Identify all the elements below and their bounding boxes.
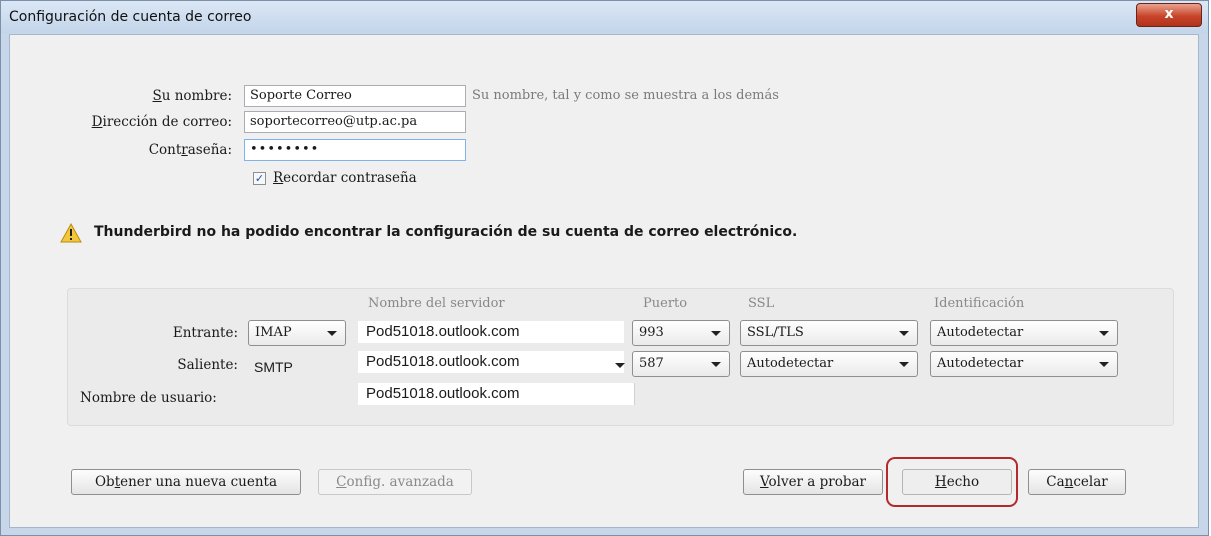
email-input[interactable]: soportecorreo@utp.ac.pa (244, 111, 466, 133)
name-input[interactable]: Soporte Correo (244, 85, 466, 107)
chevron-down-icon (327, 331, 337, 336)
chevron-down-icon (899, 362, 909, 367)
chevron-down-icon (711, 362, 721, 367)
cancel-button[interactable]: Cancelar (1028, 469, 1126, 495)
warning-triangle-icon (60, 223, 82, 243)
new-account-button[interactable]: Obtener una nueva cuenta (71, 469, 301, 495)
outgoing-auth-select[interactable]: Autodetectar (930, 351, 1118, 377)
warning-text: Thunderbird no ha podido encontrar la co… (94, 224, 798, 240)
retest-button[interactable]: Volver a probar (743, 469, 883, 495)
remember-checkbox[interactable]: ✓ (253, 172, 266, 185)
incoming-label: Entrante: (172, 325, 238, 341)
chevron-down-icon (899, 331, 909, 336)
server-settings-panel: Nombre del servidor Puerto SSL Identific… (67, 288, 1174, 426)
username-label: Nombre de usuario: (80, 390, 217, 406)
password-label: Contraseña: (148, 142, 232, 158)
title-bar[interactable]: Configuración de cuenta de correo x (1, 1, 1208, 33)
incoming-port-select[interactable]: 993 (632, 320, 730, 346)
incoming-ssl-select[interactable]: SSL/TLS (740, 320, 918, 346)
header-port: Puerto (643, 296, 688, 311)
outgoing-label: Saliente: (177, 357, 238, 373)
close-button[interactable]: x (1136, 3, 1202, 27)
outgoing-port-select[interactable]: 587 (632, 351, 730, 377)
email-label: Dirección de correo: (91, 114, 232, 130)
header-ssl: SSL (748, 296, 775, 311)
chevron-down-icon[interactable] (615, 363, 625, 368)
password-input[interactable]: •••••••• (244, 139, 466, 161)
incoming-auth-select[interactable]: Autodetectar (930, 320, 1118, 346)
chevron-down-icon (1099, 331, 1109, 336)
header-auth: Identificación (934, 296, 1025, 311)
incoming-server-input[interactable]: Pod51018.outlook.com (358, 321, 624, 343)
dialog-body: Su nombre: Soporte Correo Su nombre, tal… (9, 34, 1199, 528)
chevron-down-icon (711, 331, 721, 336)
window-title: Configuración de cuenta de correo (9, 9, 252, 25)
outgoing-server-input[interactable]: Pod51018.outlook.com (358, 351, 624, 373)
name-hint: Su nombre, tal y como se muestra a los d… (472, 88, 779, 103)
header-server: Nombre del servidor (368, 296, 505, 311)
username-input[interactable]: Pod51018.outlook.com (358, 383, 635, 405)
incoming-protocol-select[interactable]: IMAP (248, 320, 346, 346)
advanced-config-button[interactable]: Config. avanzada (318, 469, 472, 495)
outgoing-protocol: SMTP (254, 359, 293, 375)
dialog-window: Configuración de cuenta de correo x Su n… (0, 0, 1209, 536)
remember-label[interactable]: Recordar contraseña (273, 170, 417, 186)
chevron-down-icon (1099, 362, 1109, 367)
outgoing-ssl-select[interactable]: Autodetectar (740, 351, 918, 377)
name-label: Su nombre: (152, 88, 233, 104)
done-button-highlight (886, 457, 1018, 507)
